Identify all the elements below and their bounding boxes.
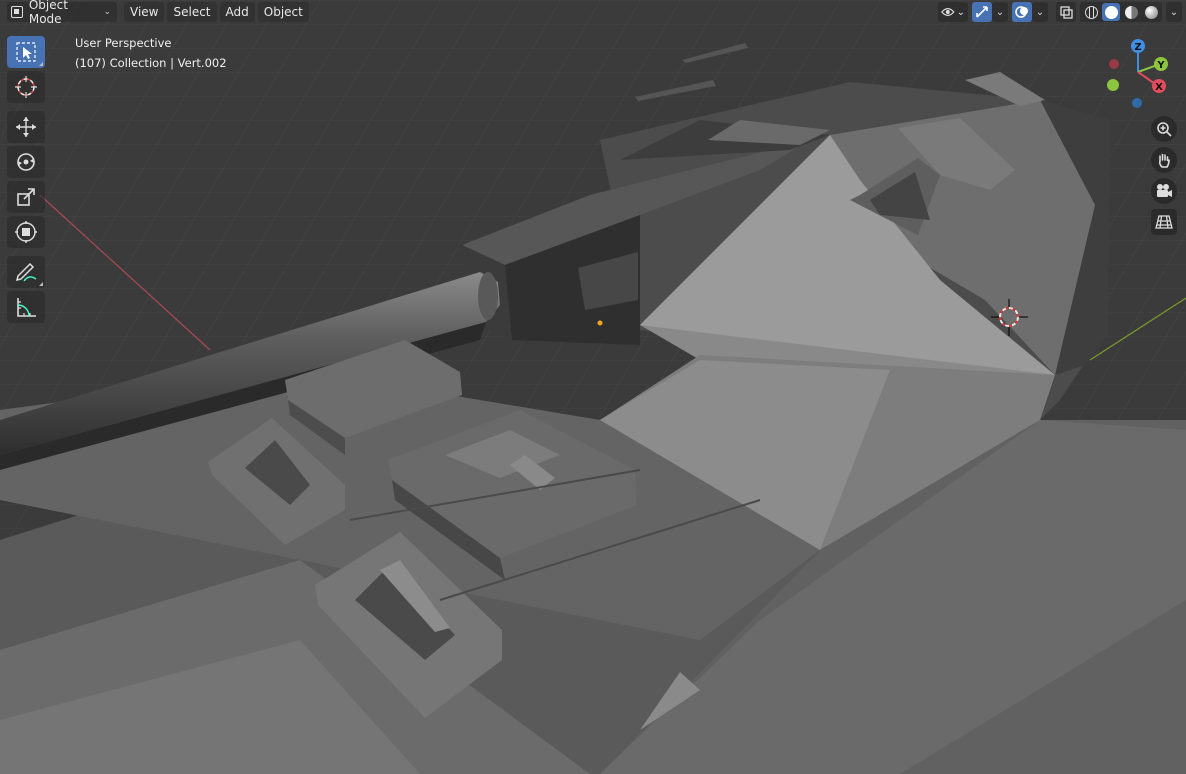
rendered-icon xyxy=(1144,5,1158,19)
mode-label: Object Mode xyxy=(28,0,68,26)
gizmo-z-label: Z xyxy=(1134,42,1141,53)
tool-transform[interactable] xyxy=(7,216,45,248)
chevron-down-icon: ⌄ xyxy=(995,6,1005,18)
xray-toggle-button[interactable] xyxy=(1056,2,1076,22)
eye-icon xyxy=(941,8,955,16)
gizmo-dropdown[interactable]: ⌄ xyxy=(992,2,1008,22)
tool-shelf xyxy=(7,36,47,326)
chevron-down-icon: ⌄ xyxy=(1035,6,1045,18)
select-box-icon xyxy=(16,42,36,62)
scale-icon xyxy=(17,188,35,206)
object-mode-icon xyxy=(11,6,23,18)
overlay-dropdown[interactable]: ⌄ xyxy=(1032,2,1048,22)
collection-object-label: (107) Collection | Vert.002 xyxy=(75,56,227,70)
gizmo-neg-x[interactable] xyxy=(1109,59,1119,69)
camera-view-button[interactable] xyxy=(1151,178,1177,204)
gizmo-neg-y[interactable] xyxy=(1107,79,1119,91)
menu-view[interactable]: View xyxy=(124,2,165,22)
cursor-icon xyxy=(15,76,37,98)
tool-scale[interactable] xyxy=(7,181,45,213)
header-right-controls: ⌄ ⌄ ⌄ ⌄ xyxy=(938,2,1186,22)
menu-add[interactable]: Add xyxy=(219,2,255,22)
camera-icon xyxy=(1157,184,1172,197)
tool-annotate[interactable] xyxy=(7,256,45,288)
grid-view-icon xyxy=(1155,215,1173,229)
zoom-icon xyxy=(1157,122,1172,137)
move-icon xyxy=(16,117,36,137)
chevron-down-icon: ⌄ xyxy=(103,7,111,17)
rendered-shading-button[interactable] xyxy=(1142,3,1160,21)
gun-muzzle xyxy=(478,272,498,320)
tool-cursor[interactable] xyxy=(7,71,45,103)
chevron-down-icon: ⌄ xyxy=(956,6,965,18)
tool-select-box[interactable] xyxy=(7,36,45,68)
chevron-down-icon: ⌄ xyxy=(1169,6,1179,18)
annotate-icon xyxy=(15,262,37,282)
tool-variant-corner xyxy=(39,62,43,66)
mode-dropdown[interactable]: Object Mode ⌄ xyxy=(7,0,117,26)
tool-variant-corner xyxy=(39,282,43,286)
solid-shading-button[interactable] xyxy=(1102,3,1120,21)
overlay-toggle-button[interactable] xyxy=(1012,2,1032,22)
overlay-icon xyxy=(1015,6,1028,18)
tool-measure[interactable] xyxy=(7,291,45,323)
tool-rotate[interactable] xyxy=(7,146,45,178)
view-perspective-label: User Perspective xyxy=(75,36,172,50)
menu-bar: View Select Add Object xyxy=(121,2,309,22)
hand-icon xyxy=(1158,153,1170,168)
gizmo-neg-z[interactable] xyxy=(1132,98,1142,108)
xray-icon xyxy=(1059,5,1073,19)
wireframe-shading-button[interactable] xyxy=(1082,3,1100,21)
gizmo-y-label: Y xyxy=(1156,60,1165,71)
visibility-dropdown[interactable]: ⌄ xyxy=(938,2,968,22)
shading-mode-group xyxy=(1080,2,1162,22)
material-shading-button[interactable] xyxy=(1122,3,1140,21)
zoom-button[interactable] xyxy=(1151,116,1177,142)
shading-dropdown[interactable]: ⌄ xyxy=(1166,2,1182,22)
navigation-gizmo[interactable]: Z Y X xyxy=(1104,36,1178,110)
wireframe-icon xyxy=(1084,5,1098,19)
object-origin-dot[interactable] xyxy=(597,320,603,326)
measure-icon xyxy=(17,298,36,317)
viewport-info-overlay: User Perspective (107) Collection | Vert… xyxy=(75,33,227,73)
solid-icon xyxy=(1104,5,1118,19)
transform-icon xyxy=(15,221,37,243)
material-icon xyxy=(1124,5,1138,19)
menu-select[interactable]: Select xyxy=(167,2,217,22)
gizmo-toggle-button[interactable] xyxy=(972,2,992,22)
gizmo-x-label: X xyxy=(1155,82,1163,93)
ortho-toggle-button[interactable] xyxy=(1151,209,1177,235)
tool-move[interactable] xyxy=(7,111,45,143)
rotate-icon xyxy=(17,153,35,171)
pan-button[interactable] xyxy=(1151,147,1177,173)
gizmo-icon xyxy=(976,6,988,18)
3d-viewport[interactable] xyxy=(0,0,1186,774)
menu-object[interactable]: Object xyxy=(257,2,309,22)
